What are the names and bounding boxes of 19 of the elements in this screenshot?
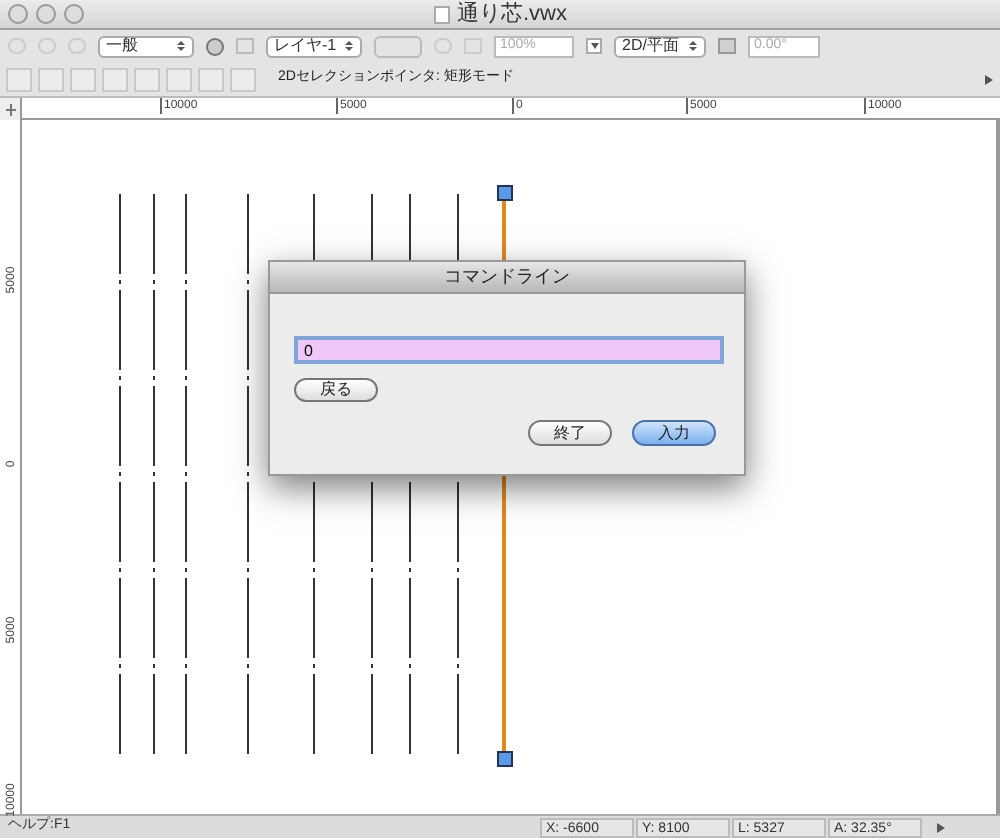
origin-icon[interactable] — [5, 103, 15, 115]
updown-icon — [688, 40, 698, 52]
zoom-menu-button[interactable] — [586, 38, 602, 54]
more-arrow-icon[interactable] — [984, 73, 994, 85]
updown-icon — [344, 40, 354, 52]
back-button[interactable]: 戻る — [294, 378, 378, 402]
layers-icon[interactable] — [206, 37, 224, 55]
dialog-title: コマンドライン — [444, 263, 570, 290]
window-title: 通り芯.vwx — [457, 0, 567, 30]
updown-icon — [176, 40, 186, 52]
class-dropdown[interactable]: 一般 — [98, 35, 194, 57]
document-icon — [433, 5, 449, 23]
more-arrow-icon[interactable] — [936, 821, 946, 833]
command-input-field[interactable]: 0 — [294, 336, 724, 364]
empty-dropdown[interactable] — [374, 35, 422, 57]
finish-button[interactable]: 終了 — [528, 420, 612, 446]
layer-dropdown[interactable]: レイヤ-1 — [266, 35, 362, 57]
enter-button[interactable]: 入力 — [632, 420, 716, 446]
view-dropdown[interactable]: 2D/平面 — [614, 35, 706, 57]
